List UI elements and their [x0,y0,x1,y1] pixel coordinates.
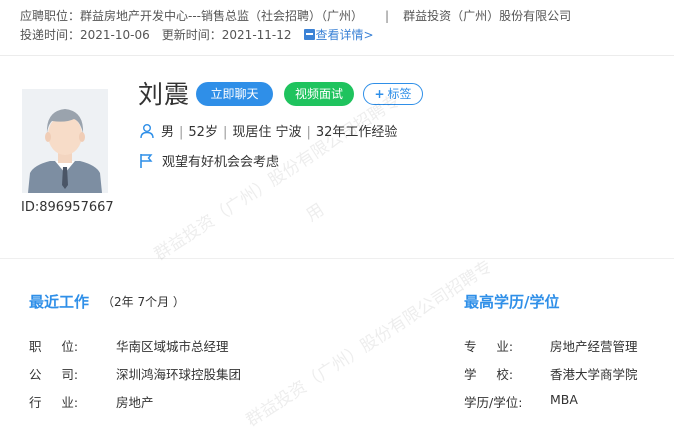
submit-date: 2021-10-06 [80,28,150,42]
default-male-avatar-icon [22,89,108,193]
work-experience: 32年工作经验 [315,125,398,140]
video-interview-button[interactable]: 视频面试 [284,82,354,106]
update-date: 2021-11-12 [221,28,292,42]
education-title: 最高学历/学位 [464,293,560,311]
candidate-name: 刘震 [138,80,191,109]
position-label: 应聘职位： [20,9,81,23]
residence: 现居住 宁波 [232,125,302,140]
update-label: 更新时间： [161,28,222,42]
industry-label: 行 业: [29,395,79,410]
job-status-row: 观望有好机会会考虑 [139,151,279,170]
age: 52岁 [188,125,218,140]
degree-value: MBA [550,392,578,407]
section-divider [0,258,674,259]
application-info-bar: 应聘职位：群益房地产开发中心---销售总监（社会招聘）（广州） | 群益投资（广州）… [0,0,674,56]
gender: 男 [161,125,175,140]
watermark: 群益投资（广州）股份有限公司招聘专 [150,90,404,265]
dates-line: 投递时间：2021-10-06 更新时间：2021-11-12 查看详情> [20,26,374,43]
school-value: 香港大学商学院 [550,367,638,382]
company-label: 公 司: [29,367,79,382]
person-icon [140,124,154,139]
job-title-value: 华南区域城市总经理 [116,339,229,354]
recent-work-title: 最近工作 [29,293,90,311]
submit-label: 投递时间： [20,28,81,42]
plus-icon: + [374,87,385,101]
watermark-tail: 用 [302,199,328,226]
avatar [22,89,108,193]
company-value: 深圳鸿海环球控股集团 [116,367,242,382]
degree-label: 学历/学位: [464,395,523,410]
watermark-lower: 群益投资（广州）股份有限公司招聘专 [242,256,496,431]
view-details-label: 查看详情> [315,28,374,42]
add-tag-button[interactable]: + 标签 [363,83,423,105]
application-line: 应聘职位：群益房地产开发中心---销售总监（社会招聘）（广州） | 群益投资（广州）… [20,7,571,24]
document-icon [303,29,315,40]
major-value: 房地产经营管理 [550,339,638,354]
candidate-id: ID:896957667 [21,200,114,215]
industry-value: 房地产 [116,395,154,410]
recent-work-duration: （2年 7个月 ） [102,295,185,309]
view-details-link[interactable]: 查看详情> [303,28,374,42]
company-name: 群益投资（广州）股份有限公司 [403,9,572,23]
job-title-label: 职 位: [29,339,79,354]
major-label: 专 业: [464,339,514,354]
chat-now-button[interactable]: 立即聊天 [196,82,273,106]
position-value: 群益房地产开发中心---销售总监（社会招聘）（广州） [80,9,364,23]
separator: | [385,9,390,23]
add-tag-label: 标签 [387,87,412,101]
school-label: 学 校: [464,367,514,382]
flag-icon [140,154,153,168]
job-status: 观望有好机会会考虑 [162,155,280,170]
basic-info: 男 | 52岁 | 现居住 宁波 | 32年工作经验 [139,121,397,140]
